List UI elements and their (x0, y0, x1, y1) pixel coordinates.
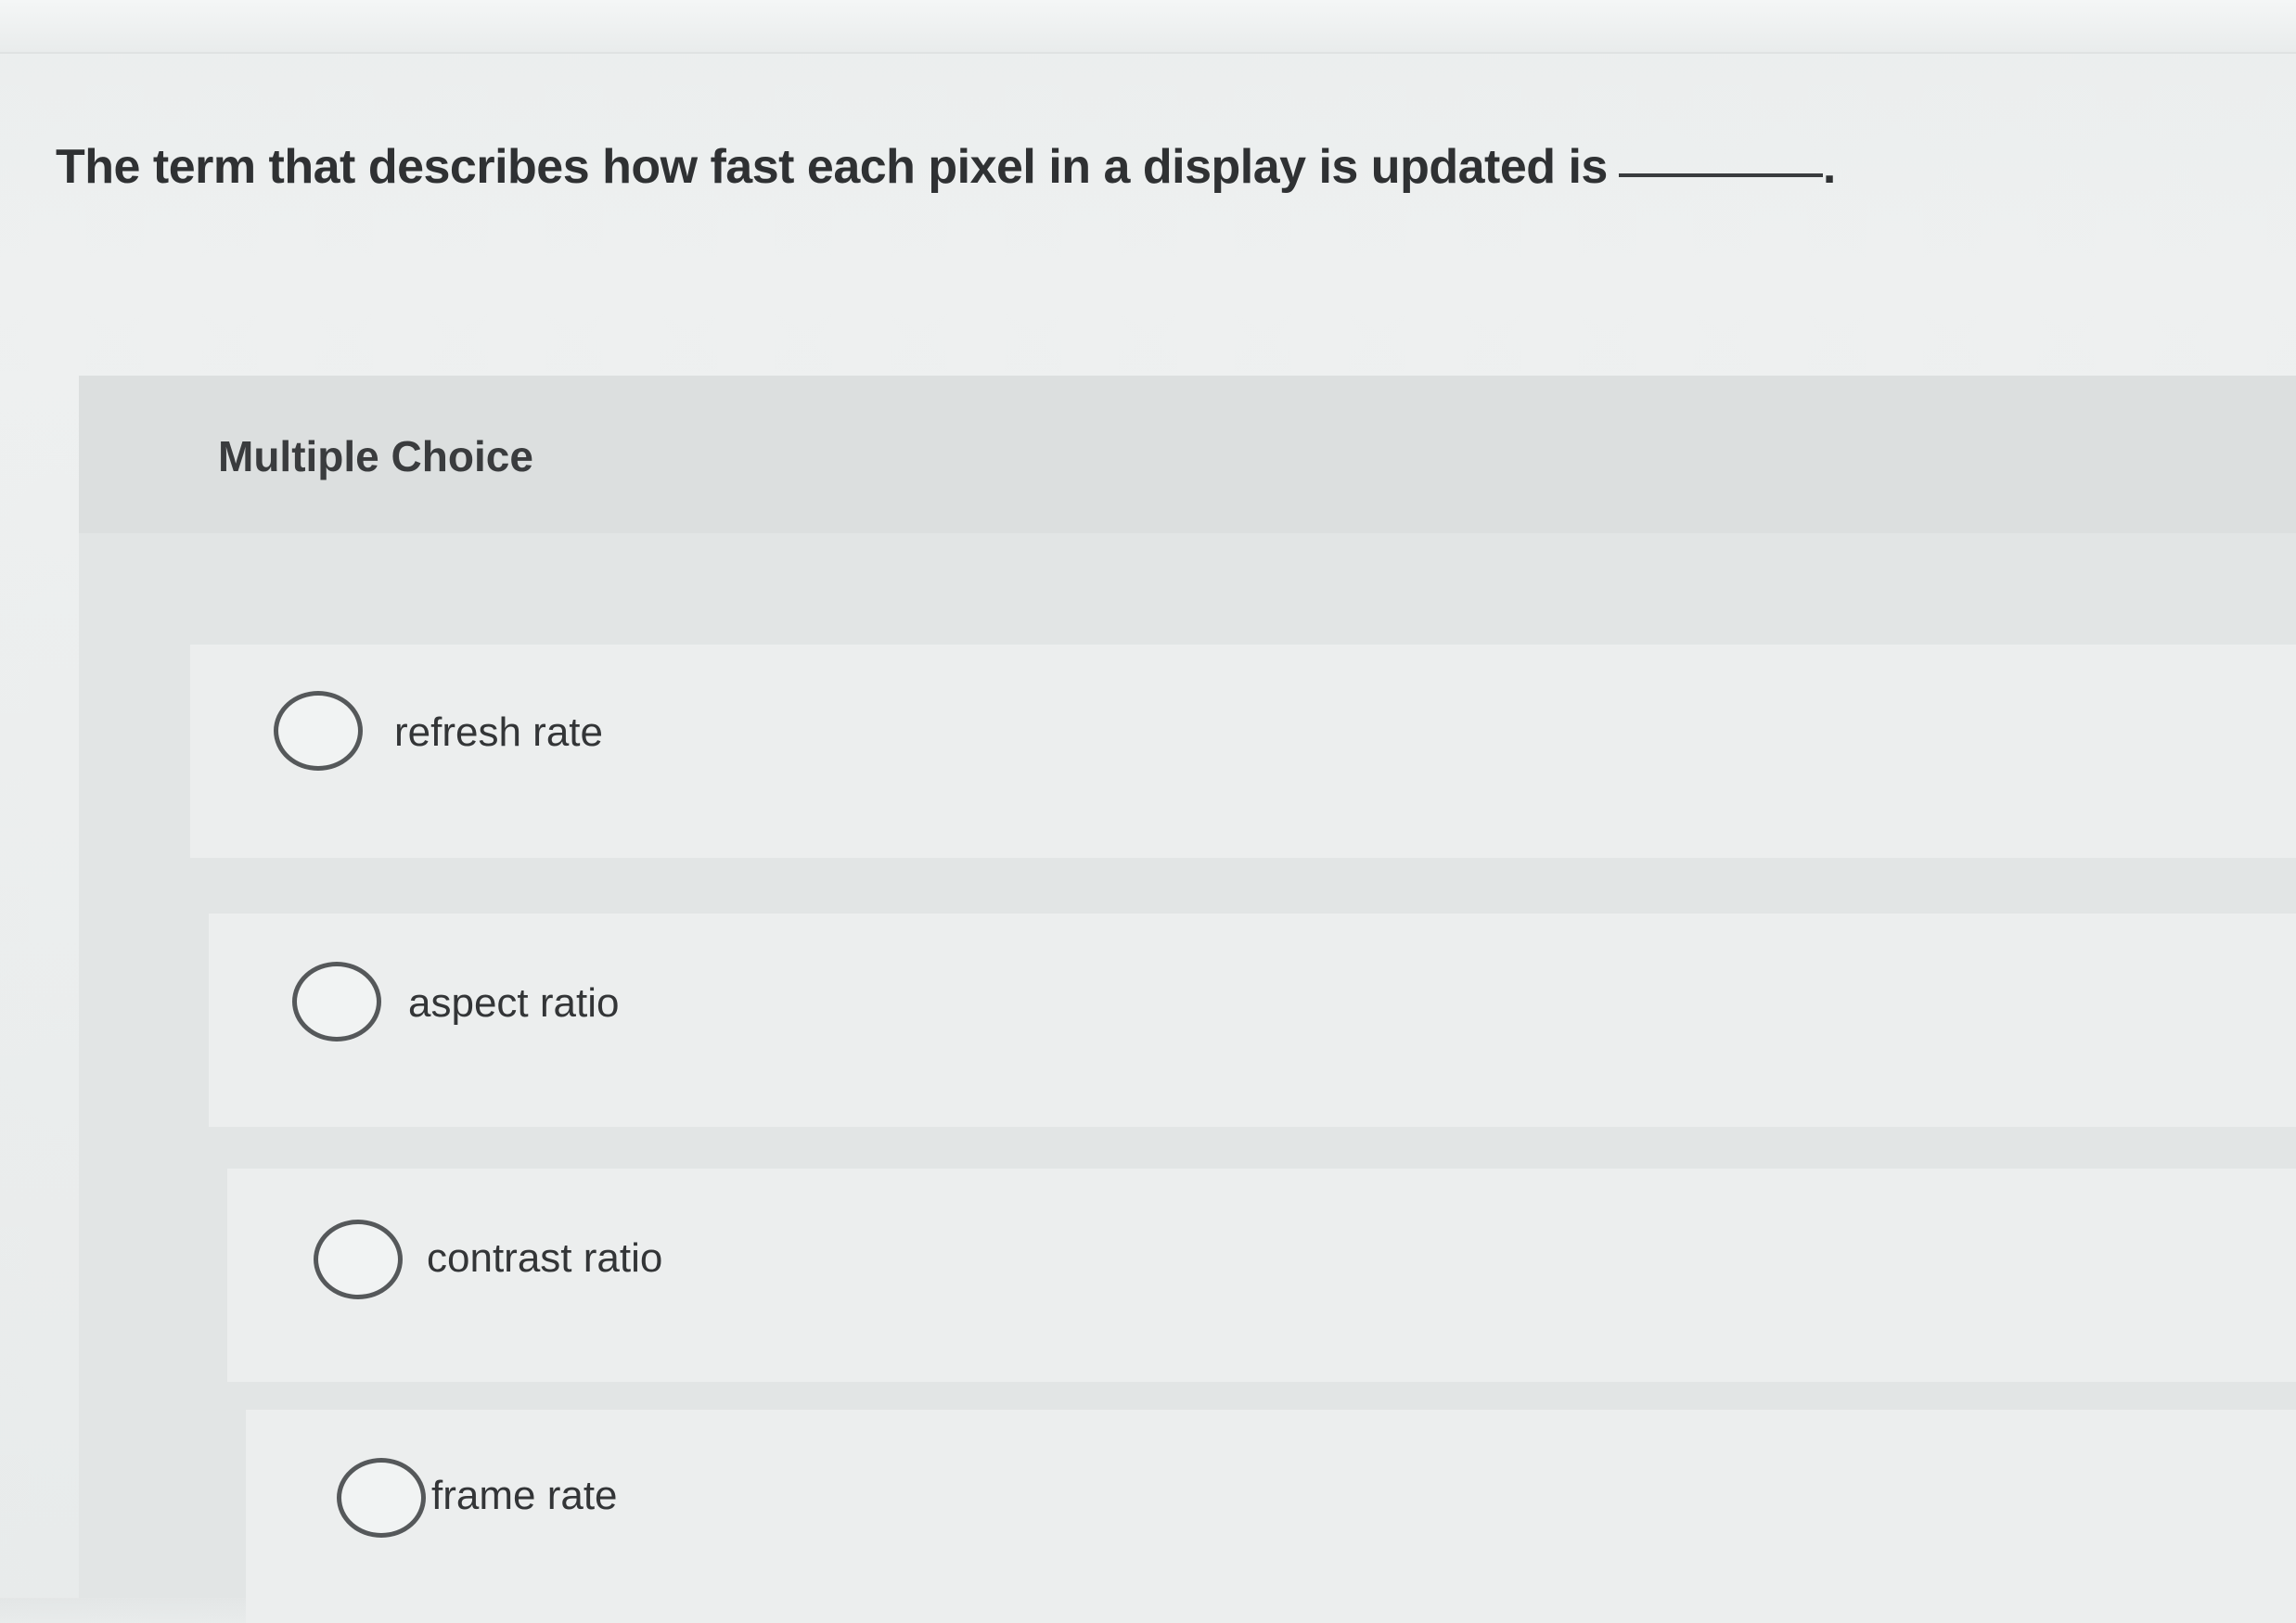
question-text: The term that describes how fast each pi… (56, 139, 1836, 195)
panel-header: Multiple Choice (79, 376, 2296, 533)
choice-option-4[interactable]: frame rate (246, 1410, 2296, 1623)
question-ending: . (1822, 140, 1836, 194)
top-bar (0, 0, 2296, 54)
radio-button-icon[interactable] (314, 1220, 403, 1299)
radio-button-icon[interactable] (274, 691, 363, 771)
choice-label: contrast ratio (427, 1235, 663, 1281)
choice-label: refresh rate (394, 709, 603, 755)
choice-option-2[interactable]: aspect ratio (209, 914, 2296, 1127)
radio-button-icon[interactable] (337, 1458, 426, 1538)
answer-blank (1618, 173, 1823, 177)
question-type-label: Multiple Choice (218, 432, 533, 480)
choice-label: aspect ratio (408, 980, 620, 1026)
choice-option-1[interactable]: refresh rate (190, 645, 2296, 858)
answer-panel: Multiple Choice refresh rate aspect rati… (79, 376, 2296, 1623)
radio-button-icon[interactable] (292, 962, 381, 1042)
choice-label: frame rate (431, 1473, 618, 1518)
question-stem: The term that describes how fast each pi… (56, 140, 1608, 194)
choice-option-3[interactable]: contrast ratio (227, 1169, 2296, 1382)
